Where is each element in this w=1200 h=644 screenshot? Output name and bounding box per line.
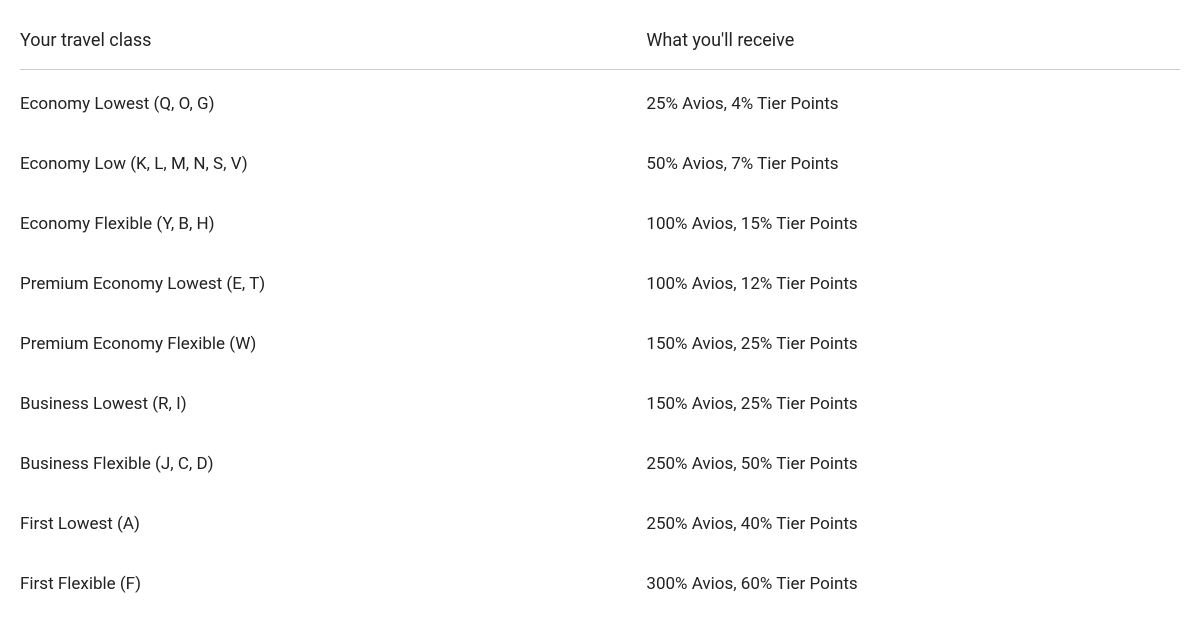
cell-receive: 150% Avios, 25% Tier Points [646,334,1180,354]
header-receive: What you'll receive [646,30,1180,51]
cell-travel-class: First Flexible (F) [20,574,646,594]
cell-receive: 100% Avios, 15% Tier Points [646,214,1180,234]
table-row: Premium Economy Lowest (E, T) 100% Avios… [20,254,1180,314]
cell-travel-class: Economy Lowest (Q, O, G) [20,94,646,114]
header-travel-class: Your travel class [20,30,646,51]
cell-travel-class: Economy Low (K, L, M, N, S, V) [20,154,646,174]
cell-travel-class: Business Lowest (R, I) [20,394,646,414]
cell-receive: 50% Avios, 7% Tier Points [646,154,1180,174]
cell-receive: 300% Avios, 60% Tier Points [646,574,1180,594]
table-row: Business Flexible (J, C, D) 250% Avios, … [20,434,1180,494]
cell-travel-class: Economy Flexible (Y, B, H) [20,214,646,234]
cell-travel-class: Premium Economy Lowest (E, T) [20,274,646,294]
table-row: Business Lowest (R, I) 150% Avios, 25% T… [20,374,1180,434]
cell-receive: 250% Avios, 50% Tier Points [646,454,1180,474]
table-header-row: Your travel class What you'll receive [20,30,1180,70]
cell-receive: 250% Avios, 40% Tier Points [646,514,1180,534]
table-row: First Lowest (A) 250% Avios, 40% Tier Po… [20,494,1180,554]
cell-receive: 25% Avios, 4% Tier Points [646,94,1180,114]
table-row: Economy Flexible (Y, B, H) 100% Avios, 1… [20,194,1180,254]
earning-rates-table: Your travel class What you'll receive Ec… [20,30,1180,614]
cell-receive: 100% Avios, 12% Tier Points [646,274,1180,294]
table-row: Premium Economy Flexible (W) 150% Avios,… [20,314,1180,374]
cell-receive: 150% Avios, 25% Tier Points [646,394,1180,414]
cell-travel-class: First Lowest (A) [20,514,646,534]
table-row: Economy Lowest (Q, O, G) 25% Avios, 4% T… [20,74,1180,134]
table-row: First Flexible (F) 300% Avios, 60% Tier … [20,554,1180,614]
cell-travel-class: Business Flexible (J, C, D) [20,454,646,474]
table-row: Economy Low (K, L, M, N, S, V) 50% Avios… [20,134,1180,194]
cell-travel-class: Premium Economy Flexible (W) [20,334,646,354]
